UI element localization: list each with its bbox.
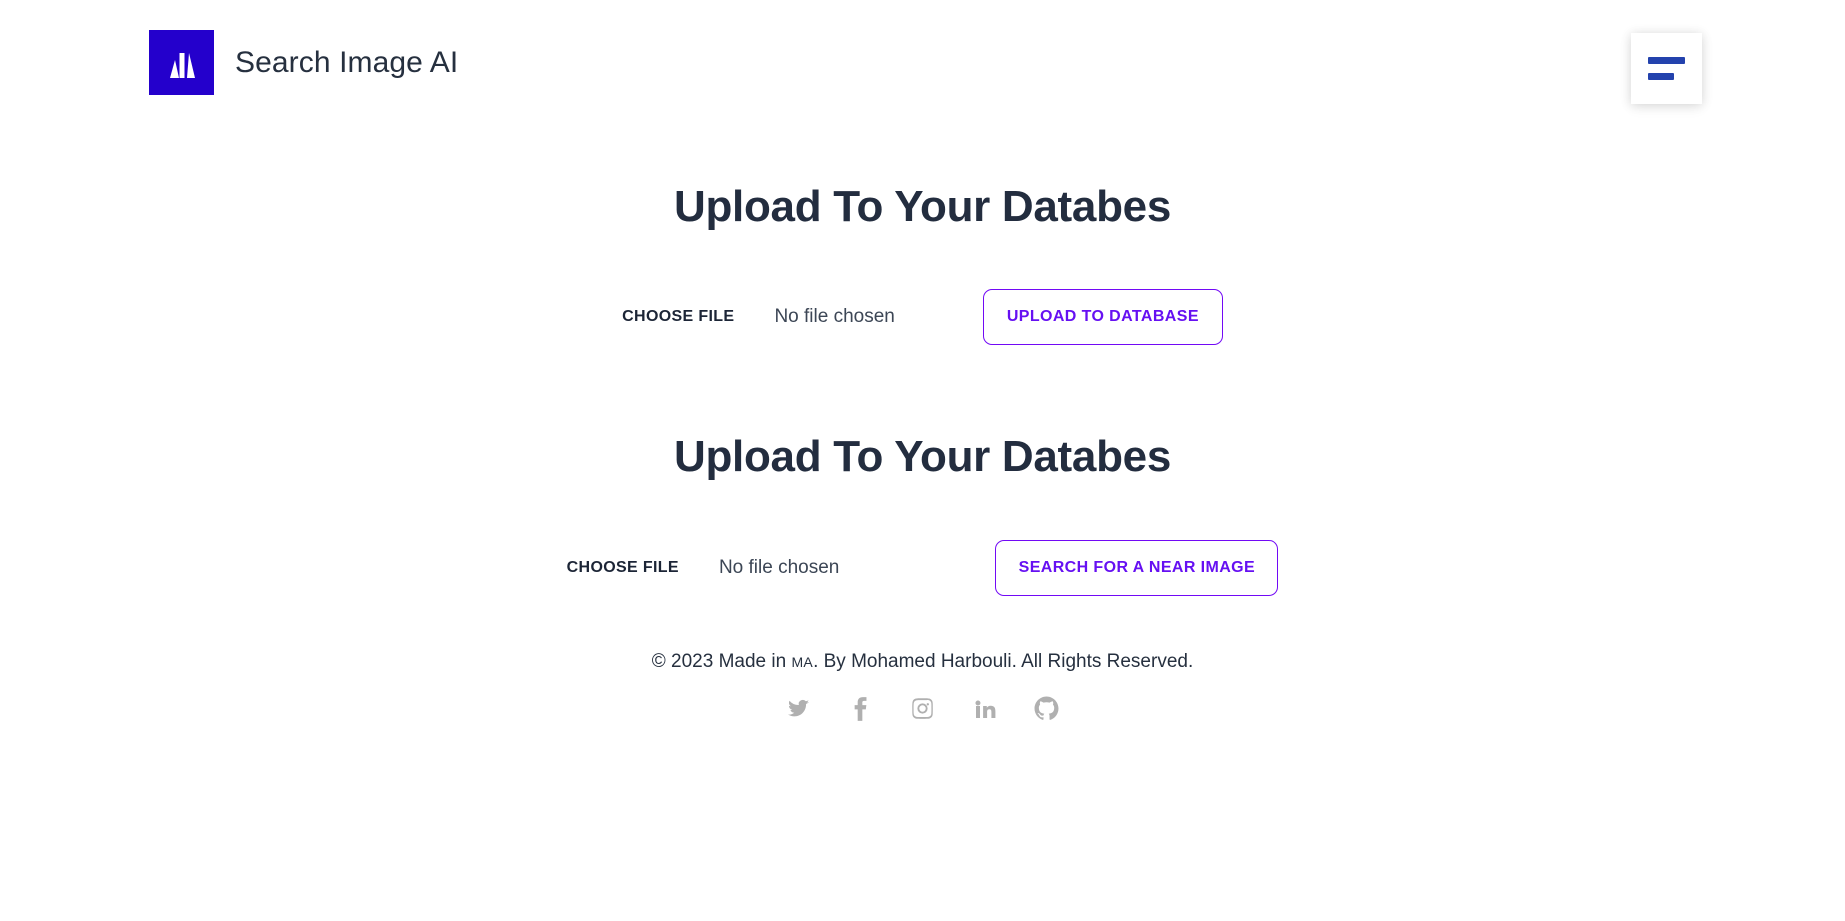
search-file-status: No file chosen — [718, 556, 840, 578]
social-links — [0, 696, 1845, 722]
search-for-near-image-button[interactable]: SEARCH FOR A NEAR IMAGE — [995, 539, 1279, 596]
hamburger-menu-icon-bar-2 — [1648, 73, 1674, 80]
app-page: Search Image AI Upload To Your Databes C… — [0, 0, 1845, 921]
copyright-region: MA — [791, 653, 814, 670]
search-section-title: Upload To Your Databes — [673, 432, 1171, 482]
main-content: Upload To Your Databes CHOOSE FILE No fi… — [0, 125, 1845, 722]
upload-section-title: Upload To Your Databes — [673, 182, 1171, 231]
upload-choose-file-button[interactable]: CHOOSE FILE — [622, 308, 734, 326]
search-choose-file-button[interactable]: CHOOSE FILE — [567, 559, 679, 577]
upload-to-database-button[interactable]: UPLOAD TO DATABASE — [982, 289, 1223, 346]
brand-title: Search Image AI — [235, 45, 459, 79]
hamburger-menu-icon — [1648, 57, 1685, 64]
github-icon[interactable] — [1034, 696, 1060, 722]
search-file-row: CHOOSE FILE No file chosen SEARCH FOR A … — [0, 539, 1845, 596]
hamburger-menu-button[interactable] — [1631, 33, 1702, 104]
linkedin-icon[interactable] — [972, 696, 998, 722]
facebook-icon[interactable] — [848, 696, 874, 722]
copyright-prefix: © 2023 Made in — [651, 650, 792, 672]
copyright-text: © 2023 Made in MA. By Mohamed Harbouli. … — [0, 652, 1845, 671]
instagram-icon[interactable] — [910, 696, 936, 722]
twitter-icon[interactable] — [786, 696, 812, 722]
site-footer: © 2023 Made in MA. By Mohamed Harbouli. … — [0, 652, 1845, 722]
logo-m-mark — [149, 30, 214, 95]
copyright-suffix: . By Mohamed Harbouli. All Rights Reserv… — [813, 650, 1194, 672]
brand[interactable]: Search Image AI — [149, 30, 458, 95]
site-header: Search Image AI — [0, 0, 1845, 125]
upload-file-status: No file chosen — [774, 306, 895, 328]
upload-file-row: CHOOSE FILE No file chosen UPLOAD TO DAT… — [0, 289, 1845, 346]
